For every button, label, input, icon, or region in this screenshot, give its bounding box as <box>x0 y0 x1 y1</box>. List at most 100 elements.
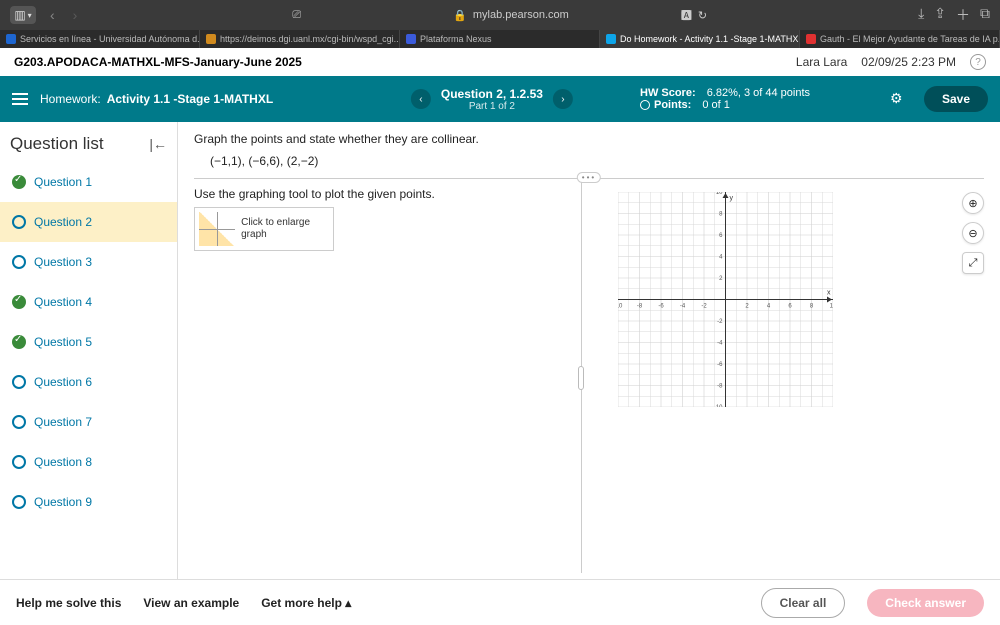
points-list: (−1,1), (−6,6), (2,−2) <box>210 154 984 168</box>
hw-title: Activity 1.1 -Stage 1-MATHXL <box>107 92 273 106</box>
get-more-help-button[interactable]: Get more help ▴ <box>261 596 351 610</box>
sidebar-heading: Question list <box>10 134 104 154</box>
tab-0[interactable]: Servicios en línea - Universidad Autónom… <box>0 30 200 48</box>
svg-text:y: y <box>730 195 734 202</box>
share-icon[interactable]: ⇪ <box>934 5 946 25</box>
chevron-up-icon: ▴ <box>345 596 351 610</box>
svg-text:4: 4 <box>767 304 771 310</box>
help-me-solve-button[interactable]: Help me solve this <box>16 596 121 610</box>
enlarge-graph-button[interactable]: Click to enlarge graph <box>194 207 334 251</box>
sidebar-item-q1[interactable]: Question 1 <box>0 162 177 202</box>
svg-text:-10: -10 <box>618 304 623 310</box>
url-text[interactable]: mylab.pearson.com <box>473 9 569 21</box>
tab-2[interactable]: Plataforma Nexus <box>400 30 600 48</box>
reload-icon[interactable]: ↻ <box>698 9 707 22</box>
vertical-splitter[interactable] <box>578 182 584 573</box>
tab-1[interactable]: https://deimos.dgi.uanl.mx/cgi-bin/wspd_… <box>200 30 400 48</box>
svg-text:-8: -8 <box>637 304 643 310</box>
gear-icon[interactable]: ⚙ <box>890 90 908 108</box>
svg-text:2: 2 <box>719 276 723 282</box>
course-code: G203.APODACA-MATHXL-MFS-January-June 202… <box>14 55 302 69</box>
sidebar-item-q9[interactable]: Question 9 <box>0 482 177 522</box>
zoom-in-icon[interactable]: ⊕ <box>962 192 984 214</box>
sidebar-item-q3[interactable]: Question 3 <box>0 242 177 282</box>
svg-text:4: 4 <box>719 255 723 261</box>
sidebar-item-label: Question 4 <box>34 295 92 309</box>
next-question-button[interactable]: › <box>553 89 573 109</box>
sidebar-item-q8[interactable]: Question 8 <box>0 442 177 482</box>
svg-text:8: 8 <box>719 212 723 218</box>
tabs-overview-icon[interactable]: ⧉ <box>980 5 990 25</box>
new-tab-icon[interactable]: ＋ <box>956 5 970 25</box>
open-circle-icon <box>12 415 26 429</box>
datetime: 02/09/25 2:23 PM <box>861 55 956 69</box>
svg-text:-8: -8 <box>717 384 723 390</box>
sidebar-item-label: Question 9 <box>34 495 92 509</box>
check-icon <box>12 295 26 309</box>
browser-toolbar: ▥▾ ‹ › ⎚ 🔒 mylab.pearson.com 🅰︎⃞ ↻ ⤓ ⇪ ＋… <box>0 0 1000 30</box>
open-circle-icon <box>12 375 26 389</box>
save-button[interactable]: Save <box>924 86 988 112</box>
footer-bar: Help me solve this View an example Get m… <box>0 579 1000 625</box>
view-example-button[interactable]: View an example <box>143 596 239 610</box>
drag-handle-icon[interactable] <box>578 366 584 390</box>
collapse-sidebar-icon[interactable]: |← <box>149 136 167 152</box>
question-nav: ‹ Question 2, 1.2.53 Part 1 of 2 › <box>411 87 573 112</box>
screen-share-icon[interactable]: ⎚ <box>292 9 301 22</box>
open-circle-icon <box>12 495 26 509</box>
nav-forward[interactable]: › <box>69 7 82 23</box>
sidebar-toggle[interactable]: ▥▾ <box>10 6 36 24</box>
graph-thumbnail-icon <box>199 212 235 246</box>
coordinate-graph[interactable]: xy-10-8-6-4-2246810-10-8-6-4-2246810 <box>618 192 833 407</box>
sidebar-item-label: Question 5 <box>34 335 92 349</box>
menu-icon[interactable] <box>12 93 28 105</box>
question-prompt: Graph the points and state whether they … <box>194 132 984 146</box>
open-circle-icon <box>12 255 26 269</box>
clear-all-button[interactable]: Clear all <box>761 588 846 618</box>
svg-text:-6: -6 <box>717 362 723 368</box>
sidebar-item-q4[interactable]: Question 4 <box>0 282 177 322</box>
svg-text:-2: -2 <box>717 319 723 325</box>
svg-text:-10: -10 <box>714 405 723 407</box>
prev-question-button[interactable]: ‹ <box>411 89 431 109</box>
sidebar-item-label: Question 3 <box>34 255 92 269</box>
svg-text:2: 2 <box>745 304 749 310</box>
tab-4[interactable]: Gauth - El Mejor Ayudante de Tareas de I… <box>800 30 1000 48</box>
score-block: HW Score: 6.82%, 3 of 44 points Points: … <box>640 87 810 111</box>
sidebar-item-label: Question 2 <box>34 215 92 229</box>
sidebar-item-q7[interactable]: Question 7 <box>0 402 177 442</box>
sidebar-item-label: Question 7 <box>34 415 92 429</box>
sidebar-item-q6[interactable]: Question 6 <box>0 362 177 402</box>
popout-icon[interactable]: ⤢ <box>962 252 984 274</box>
svg-text:6: 6 <box>788 304 792 310</box>
hw-prefix: Homework: <box>40 92 101 106</box>
enlarge-label: Click to enlarge graph <box>241 217 329 241</box>
question-content: Graph the points and state whether they … <box>178 122 1000 579</box>
sidebar-item-q5[interactable]: Question 5 <box>0 322 177 362</box>
question-part: Part 1 of 2 <box>441 101 543 112</box>
question-number: Question 2, 1.2.53 <box>441 87 543 101</box>
check-icon <box>12 175 26 189</box>
nav-back[interactable]: ‹ <box>46 7 59 23</box>
svg-text:10: 10 <box>830 304 833 310</box>
svg-text:-2: -2 <box>701 304 707 310</box>
help-icon[interactable]: ? <box>970 54 986 70</box>
sidebar-item-q2[interactable]: Question 2 <box>0 202 177 242</box>
check-answer-button[interactable]: Check answer <box>867 589 984 617</box>
open-circle-icon <box>12 215 26 229</box>
svg-text:-4: -4 <box>680 304 686 310</box>
svg-text:8: 8 <box>810 304 814 310</box>
sidebar-item-label: Question 1 <box>34 175 92 189</box>
svg-text:10: 10 <box>716 192 723 196</box>
hw-score-label: HW Score: <box>640 87 696 99</box>
svg-text:-4: -4 <box>717 341 723 347</box>
tab-3[interactable]: Do Homework - Activity 1.1 -Stage 1-MATH… <box>600 30 800 48</box>
hw-score-value: 6.82%, 3 of 44 points <box>707 87 810 99</box>
graph-toolbar: ⊕ ⊖ ⤢ <box>962 192 984 274</box>
svg-text:6: 6 <box>719 233 723 239</box>
course-bar: G203.APODACA-MATHXL-MFS-January-June 202… <box>0 48 1000 76</box>
zoom-out-icon[interactable]: ⊖ <box>962 222 984 244</box>
question-list-sidebar: Question list |← Question 1 Question 2 Q… <box>0 122 178 579</box>
download-icon[interactable]: ⤓ <box>918 5 924 25</box>
reader-icon[interactable]: 🅰︎⃞ <box>681 7 692 23</box>
